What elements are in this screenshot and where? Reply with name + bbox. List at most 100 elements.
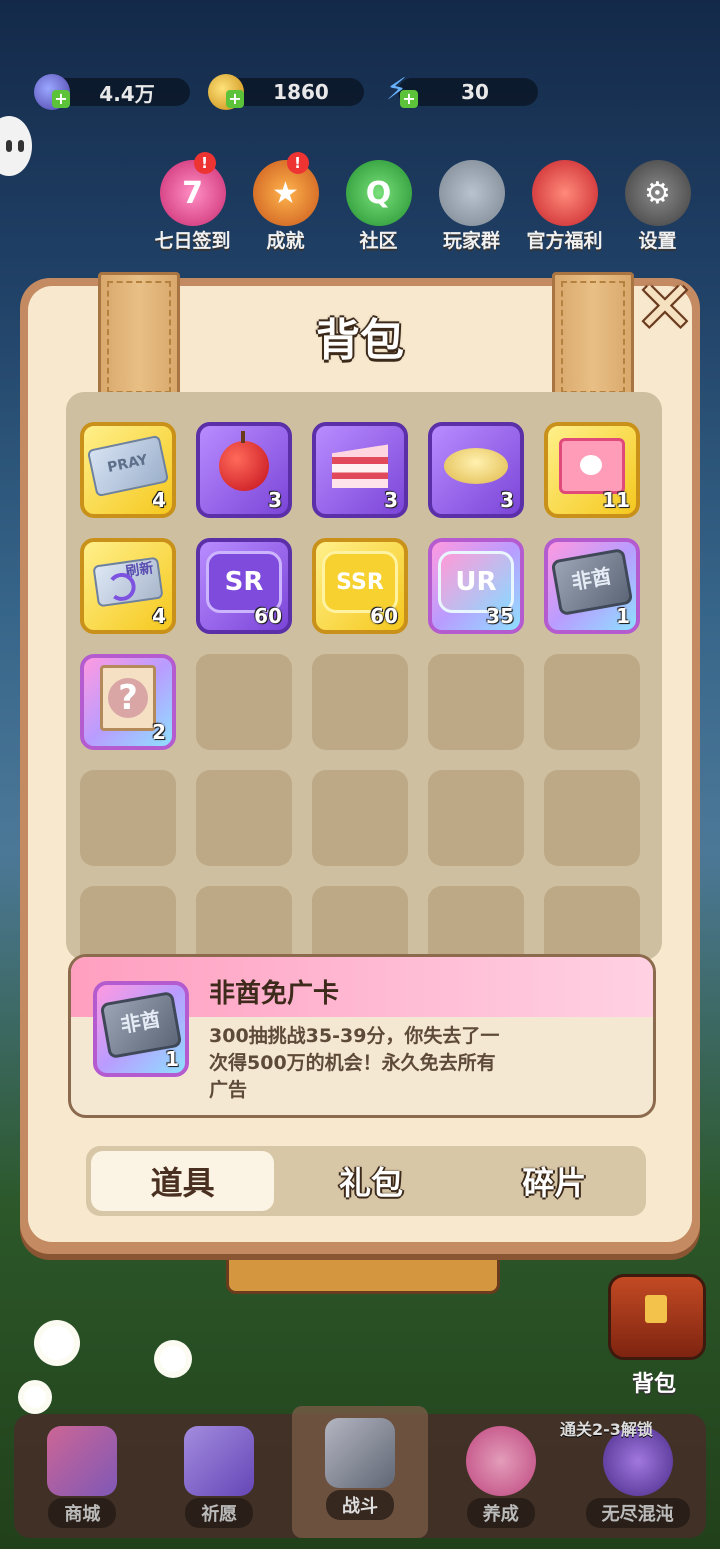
wish-card-icon xyxy=(184,1426,255,1496)
item-quantity: 2 xyxy=(152,720,166,744)
item-quantity: 1 xyxy=(616,604,630,628)
calendar-7-icon: 7! xyxy=(159,152,226,226)
inventory-slot-empty[interactable] xyxy=(196,770,292,866)
crossed-swords-icon xyxy=(324,1418,395,1488)
inventory-slot-ssr-fragment[interactable]: SSR 60 xyxy=(312,538,408,634)
inventory-slot-empty[interactable] xyxy=(428,770,524,866)
menu-label: 七日签到 xyxy=(154,230,231,252)
inventory-slot-ur-fragment[interactable]: UR 35 xyxy=(428,538,524,634)
menu-label: 成就 xyxy=(266,230,305,252)
nav-shop[interactable]: 商城 xyxy=(14,1414,151,1538)
nav-raise[interactable]: 养成 xyxy=(432,1414,569,1538)
gear-icon: ⚙ xyxy=(624,160,691,226)
nav-label: 无尽混沌 xyxy=(585,1498,690,1528)
tab-fragments[interactable]: 碎片 xyxy=(463,1146,646,1216)
detail-item-slot: 非酋 1 xyxy=(93,981,189,1077)
inventory-slot-empty[interactable] xyxy=(80,886,176,960)
inventory-slot-feiyou-card[interactable]: 非酋 1 xyxy=(544,538,640,634)
add-coin-icon[interactable]: + xyxy=(226,90,244,108)
item-quantity: 3 xyxy=(384,488,398,512)
detail-item-qty: 1 xyxy=(165,1047,179,1071)
energy-amount: 30 xyxy=(398,78,538,106)
energy-resource[interactable]: 30 + xyxy=(382,72,538,108)
item-detail-card: 非酋 1 非酋免广卡 300抽挑战35-39分，你失去了一次得500万的机会！永… xyxy=(68,954,656,1118)
menu-label: 玩家群 xyxy=(442,230,500,252)
inventory-slot-refresh-card[interactable]: 刷新 4 xyxy=(80,538,176,634)
top-menu: 7! 七日签到 ★! 成就 Q 社区 玩家群 官方福利 ⚙ 设置 xyxy=(146,152,704,253)
inventory-slot-empty[interactable] xyxy=(312,770,408,866)
menu-label: 社区 xyxy=(359,230,398,252)
nav-battle[interactable]: 战斗 xyxy=(291,1406,429,1538)
detail-item-description: 300抽挑战35-39分，你失去了一次得500万的机会！永久免去所有广告 xyxy=(209,1025,500,1101)
close-button[interactable]: ✕ xyxy=(632,272,698,342)
coin-amount: 1860 xyxy=(224,78,364,106)
item-quantity: 3 xyxy=(500,488,514,512)
inventory-grid-box: PRAY 4 3 3 3 11 刷新 4 SR 60 SSR 60 UR 35 非酋 1? 2 xyxy=(66,392,662,960)
menu-official-welfare[interactable]: 官方福利 xyxy=(518,160,611,253)
gear-glyph: ⚙ xyxy=(644,175,671,211)
menu-settings[interactable]: ⚙ 设置 xyxy=(611,160,704,253)
coin-resource[interactable]: 1860 + xyxy=(208,74,364,110)
inventory-slot-empty[interactable] xyxy=(544,770,640,866)
item-quantity: 60 xyxy=(254,604,282,628)
item-quantity: 11 xyxy=(602,488,630,512)
inventory-slot-mystery-bag[interactable]: ? 2 xyxy=(80,654,176,750)
cake-icon xyxy=(332,444,388,489)
menu-label: 官方福利 xyxy=(526,230,603,252)
shop-icon xyxy=(47,1426,118,1496)
penguin-icon xyxy=(438,160,505,226)
nav-label: 商城 xyxy=(48,1498,117,1528)
tab-items[interactable]: 道具 xyxy=(91,1151,275,1211)
backpack-icon xyxy=(608,1274,706,1360)
tab-gift-packs[interactable]: 礼包 xyxy=(279,1146,462,1216)
close-icon: ✕ xyxy=(635,266,695,348)
inventory-tabs: 道具 礼包 碎片 xyxy=(86,1146,646,1216)
backpack-side-button[interactable]: 背包 xyxy=(604,1274,706,1397)
paw-icon xyxy=(465,1426,536,1496)
nav-label: 祈愿 xyxy=(185,1498,254,1528)
resource-bar: 4.4万 + 1860 + 30 + xyxy=(34,72,538,110)
item-quantity: 4 xyxy=(152,488,166,512)
inventory-grid: PRAY 4 3 3 3 11 刷新 4 SR 60 SSR 60 UR 35 非酋 1? 2 xyxy=(80,422,640,960)
inventory-slot-empty[interactable] xyxy=(196,654,292,750)
inventory-slot-sr-fragment[interactable]: SR 60 xyxy=(196,538,292,634)
menu-achievement[interactable]: ★! 成就 xyxy=(239,152,332,253)
detail-item-name: 非酋免广卡 xyxy=(209,979,340,1009)
inventory-slot-empty[interactable] xyxy=(428,654,524,750)
inventory-slot-empty[interactable] xyxy=(80,770,176,866)
notification-badge: ! xyxy=(193,152,216,174)
trophy-glyph: ★ xyxy=(272,175,299,211)
inventory-slot-pray-ticket[interactable]: PRAY 4 xyxy=(80,422,176,518)
inventory-slot-pink-ticket[interactable]: 11 xyxy=(544,422,640,518)
nav-wish[interactable]: 祈愿 xyxy=(151,1414,288,1538)
add-energy-icon[interactable]: + xyxy=(400,90,418,108)
menu-community[interactable]: Q 社区 xyxy=(332,160,425,253)
inventory-slot-apple[interactable]: 3 xyxy=(196,422,292,518)
inventory-slot-empty[interactable] xyxy=(544,654,640,750)
gem-amount: 4.4万 xyxy=(50,78,190,106)
calendar-7-glyph: 7 xyxy=(182,175,203,211)
inventory-slot-cake[interactable]: 3 xyxy=(312,422,408,518)
trophy-icon: ★! xyxy=(252,152,319,226)
add-gem-icon[interactable]: + xyxy=(52,90,70,108)
item-quantity: 35 xyxy=(486,604,514,628)
menu-seven-day-signin[interactable]: 7! 七日签到 xyxy=(146,152,239,253)
notification-badge: ! xyxy=(286,152,309,174)
inventory-slot-empty[interactable] xyxy=(312,654,408,750)
unlock-tip: 通关2-3解锁 xyxy=(560,1420,653,1439)
item-quantity: 3 xyxy=(268,488,282,512)
apple-icon xyxy=(219,431,269,492)
inventory-slot-empty[interactable] xyxy=(544,886,640,960)
menu-player-group[interactable]: 玩家群 xyxy=(425,160,518,253)
gem-resource[interactable]: 4.4万 + xyxy=(34,74,190,110)
gift-icon xyxy=(531,160,598,226)
inventory-slot-empty[interactable] xyxy=(196,886,292,960)
inventory-slot-chips[interactable]: 3 xyxy=(428,422,524,518)
chips-icon xyxy=(444,448,508,485)
inventory-slot-empty[interactable] xyxy=(428,886,524,960)
ticket-icon xyxy=(559,438,625,495)
question-mark: ? xyxy=(108,678,148,719)
community-glyph: Q xyxy=(365,175,392,211)
inventory-slot-empty[interactable] xyxy=(312,886,408,960)
nav-label: 战斗 xyxy=(325,1490,394,1520)
